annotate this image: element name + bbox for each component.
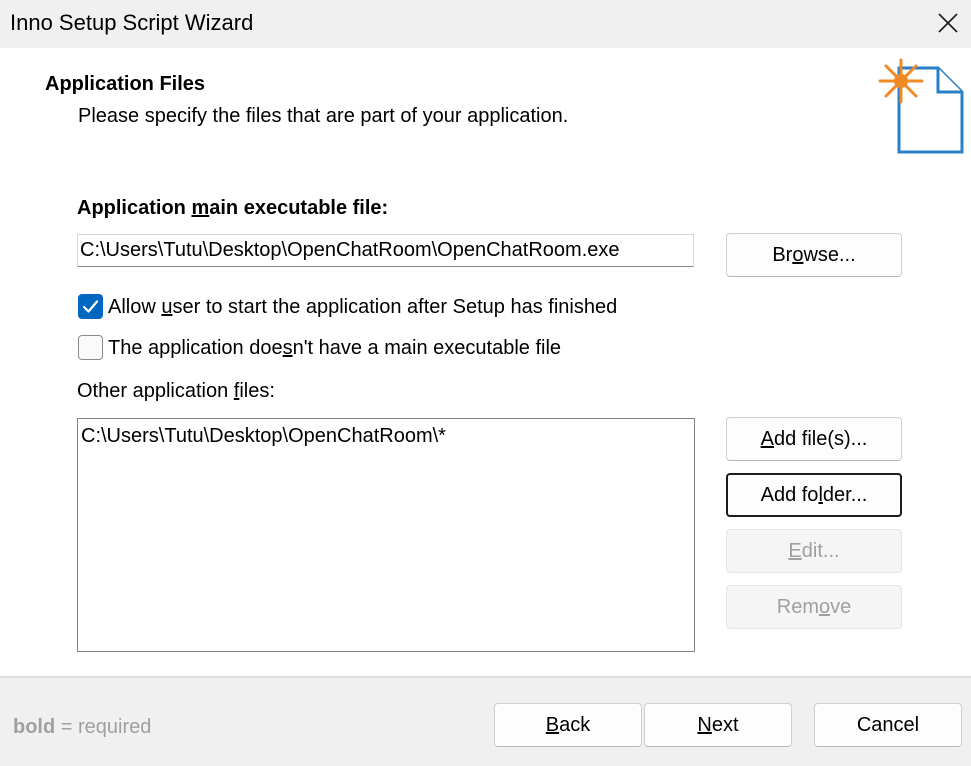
list-item[interactable]: C:\Users\Tutu\Desktop\OpenChatRoom\*	[81, 423, 446, 449]
checkmark-icon	[82, 300, 99, 313]
close-icon	[938, 13, 958, 33]
allow-start-checkbox[interactable]	[78, 294, 103, 319]
title-bar: Inno Setup Script Wizard	[0, 0, 971, 48]
next-button[interactable]: Next	[644, 703, 792, 747]
required-legend: bold = required	[13, 716, 152, 738]
window-title: Inno Setup Script Wizard	[10, 10, 254, 35]
edit-button[interactable]: Edit...	[726, 529, 902, 573]
allow-start-label[interactable]: Allow user to start the application afte…	[108, 294, 617, 320]
remove-button[interactable]: Rem o ve	[726, 585, 902, 629]
no-main-exe-label[interactable]: The application doesn't have a main exec…	[108, 335, 561, 361]
close-button[interactable]	[925, 0, 971, 46]
wizard-window: Inno Setup Script Wizard Application Fil…	[0, 0, 971, 766]
main-exe-input[interactable]: C:\Users\Tutu\Desktop\OpenChatRoom\OpenC…	[77, 234, 694, 267]
browse-button[interactable]: Br o wse...	[726, 233, 902, 277]
page-title: Application Files	[45, 73, 206, 95]
page-subtitle: Please specify the files that are part o…	[78, 105, 569, 127]
add-files-button[interactable]: Add file(s)...	[726, 417, 902, 461]
other-files-listbox[interactable]: C:\Users\Tutu\Desktop\OpenChatRoom\*	[77, 418, 695, 652]
main-exe-label: Application main executable file:	[77, 197, 389, 219]
cancel-button[interactable]: Cancel	[814, 703, 962, 747]
back-button[interactable]: Back	[494, 703, 642, 747]
no-main-exe-checkbox[interactable]	[78, 335, 103, 360]
new-document-sparkle-icon	[878, 58, 964, 154]
add-folder-button[interactable]: Add fo l der...	[726, 473, 902, 517]
other-files-label: Other application files:	[77, 380, 275, 402]
